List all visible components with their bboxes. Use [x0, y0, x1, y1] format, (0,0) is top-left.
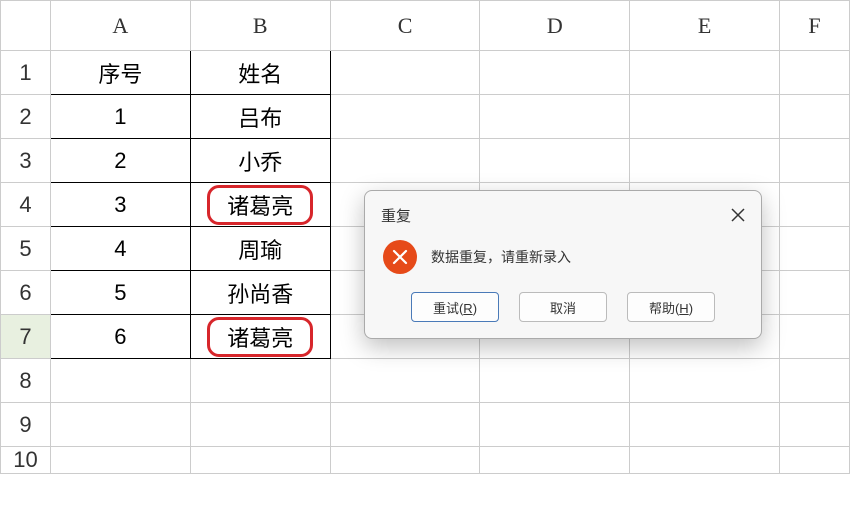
cell-E3[interactable] — [630, 139, 780, 183]
cell-A7[interactable]: 6 — [50, 315, 190, 359]
row-header-6[interactable]: 6 — [1, 271, 51, 315]
cell-E2[interactable] — [630, 95, 780, 139]
cell-F8[interactable] — [780, 359, 850, 403]
cell-F7[interactable] — [780, 315, 850, 359]
cell-D8[interactable] — [480, 359, 630, 403]
row-header-9[interactable]: 9 — [1, 403, 51, 447]
select-all-corner[interactable] — [1, 1, 51, 51]
cell-F1[interactable] — [780, 51, 850, 95]
col-header-E[interactable]: E — [630, 1, 780, 51]
cell-D1[interactable] — [480, 51, 630, 95]
cell-B5[interactable]: 周瑜 — [190, 227, 330, 271]
cell-E10[interactable] — [630, 447, 780, 474]
close-icon[interactable] — [731, 207, 745, 225]
cell-F4[interactable] — [780, 183, 850, 227]
cell-B10[interactable] — [190, 447, 330, 474]
cell-F5[interactable] — [780, 227, 850, 271]
error-icon — [383, 240, 417, 274]
cell-E8[interactable] — [630, 359, 780, 403]
row-header-8[interactable]: 8 — [1, 359, 51, 403]
col-header-B[interactable]: B — [190, 1, 330, 51]
cell-B9[interactable] — [190, 403, 330, 447]
duplicate-dialog: 重复 数据重复，请重新录入 重试(R) 取消 帮助(H) — [364, 190, 762, 339]
cell-B4-text: 诸葛亮 — [227, 194, 293, 219]
row-header-2[interactable]: 2 — [1, 95, 51, 139]
cell-D2[interactable] — [480, 95, 630, 139]
cell-A10[interactable] — [50, 447, 190, 474]
cell-C2[interactable] — [330, 95, 480, 139]
cell-B2[interactable]: 吕布 — [190, 95, 330, 139]
row-header-5[interactable]: 5 — [1, 227, 51, 271]
row-header-1[interactable]: 1 — [1, 51, 51, 95]
cell-B8[interactable] — [190, 359, 330, 403]
cell-B1[interactable]: 姓名 — [190, 51, 330, 95]
cell-B7-text: 诸葛亮 — [227, 326, 293, 351]
cell-A6[interactable]: 5 — [50, 271, 190, 315]
dialog-message: 数据重复，请重新录入 — [431, 247, 571, 267]
col-header-D[interactable]: D — [480, 1, 630, 51]
cell-D10[interactable] — [480, 447, 630, 474]
cell-F2[interactable] — [780, 95, 850, 139]
row-header-4[interactable]: 4 — [1, 183, 51, 227]
cell-A1[interactable]: 序号 — [50, 51, 190, 95]
cell-B6[interactable]: 孙尚香 — [190, 271, 330, 315]
retry-button[interactable]: 重试(R) — [411, 292, 499, 322]
cell-D9[interactable] — [480, 403, 630, 447]
cell-A9[interactable] — [50, 403, 190, 447]
cell-A3[interactable]: 2 — [50, 139, 190, 183]
cell-C10[interactable] — [330, 447, 480, 474]
cell-B3[interactable]: 小乔 — [190, 139, 330, 183]
cell-F10[interactable] — [780, 447, 850, 474]
cell-B7[interactable]: 诸葛亮 — [190, 315, 330, 359]
cell-C3[interactable] — [330, 139, 480, 183]
cell-C9[interactable] — [330, 403, 480, 447]
dialog-title: 重复 — [381, 205, 411, 226]
col-header-A[interactable]: A — [50, 1, 190, 51]
cell-F9[interactable] — [780, 403, 850, 447]
row-header-3[interactable]: 3 — [1, 139, 51, 183]
cell-A4[interactable]: 3 — [50, 183, 190, 227]
cell-A8[interactable] — [50, 359, 190, 403]
row-header-7[interactable]: 7 — [1, 315, 51, 359]
cell-A5[interactable]: 4 — [50, 227, 190, 271]
help-button[interactable]: 帮助(H) — [627, 292, 715, 322]
cancel-button[interactable]: 取消 — [519, 292, 607, 322]
cell-E1[interactable] — [630, 51, 780, 95]
cell-C1[interactable] — [330, 51, 480, 95]
cell-F6[interactable] — [780, 271, 850, 315]
cell-F3[interactable] — [780, 139, 850, 183]
cell-C8[interactable] — [330, 359, 480, 403]
cell-E9[interactable] — [630, 403, 780, 447]
cell-B4[interactable]: 诸葛亮 — [190, 183, 330, 227]
col-header-F[interactable]: F — [780, 1, 850, 51]
cell-D3[interactable] — [480, 139, 630, 183]
cell-A2[interactable]: 1 — [50, 95, 190, 139]
row-header-10[interactable]: 10 — [1, 447, 51, 474]
col-header-C[interactable]: C — [330, 1, 480, 51]
